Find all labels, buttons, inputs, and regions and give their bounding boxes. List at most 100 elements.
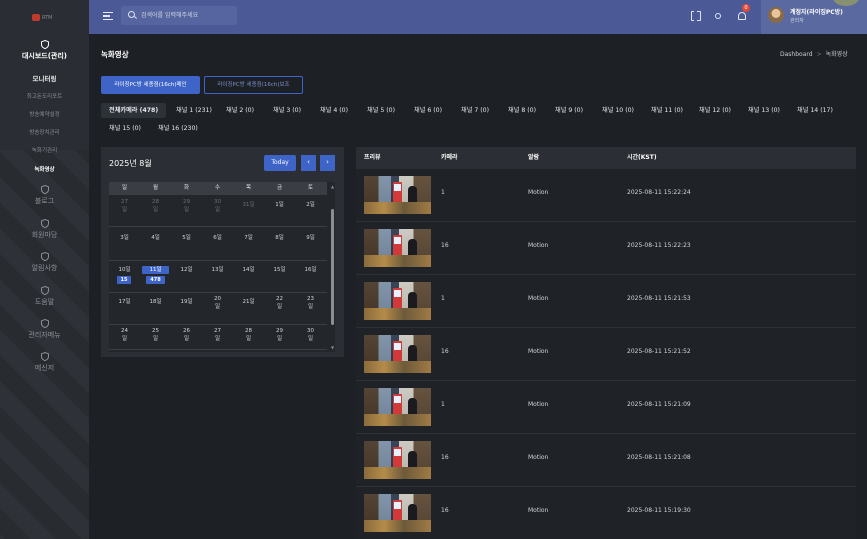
calendar-day[interactable]: 20 일 [202, 295, 233, 311]
table-row[interactable]: 1 Motion 2025-08-11 15:22:24 [356, 169, 856, 222]
calendar-day[interactable]: 2일 [295, 201, 326, 209]
search-input[interactable] [141, 9, 233, 22]
tab-channel-12[interactable]: 채널 12 (0) [691, 103, 739, 118]
scrollbar-thumb[interactable] [331, 209, 334, 325]
tab-channel-6[interactable]: 채널 6 (0) [406, 103, 450, 118]
calendar-day[interactable]: 17일 [109, 298, 140, 306]
calendar-day[interactable]: 10일 [109, 266, 140, 274]
tab-channel-10[interactable]: 채널 10 (0) [594, 103, 642, 118]
calendar-day[interactable]: 30 일 [295, 327, 326, 343]
tab-channel-13[interactable]: 채널 13 (0) [740, 103, 788, 118]
table-row[interactable]: 16 Motion 2025-08-11 15:22:23 [356, 222, 856, 275]
tab-channel-11[interactable]: 채널 11 (0) [643, 103, 691, 118]
calendar-day[interactable]: 11일 [142, 266, 169, 274]
calendar-day[interactable]: 12일 [171, 266, 202, 274]
tab-channel-5[interactable]: 채널 5 (0) [359, 103, 403, 118]
sidebar-group-messenger[interactable]: 메신저 [0, 352, 89, 373]
calendar-day[interactable]: 29 일 [264, 327, 295, 343]
calendar-day[interactable]: 7일 [233, 234, 264, 242]
tab-channel-1[interactable]: 채널 1 (231) [168, 103, 220, 118]
calendar-day[interactable]: 15일 [264, 266, 295, 274]
tab-channel-3[interactable]: 채널 3 (0) [265, 103, 309, 118]
table-row[interactable]: 16 Motion 2025-08-11 15:19:30 [356, 487, 856, 539]
sidebar-dashboard[interactable]: 대시보드(관리) [0, 40, 89, 61]
calendar-day[interactable]: 4일 [140, 234, 171, 242]
event-count-badge[interactable]: 478 [146, 276, 165, 284]
calendar-day[interactable]: 23 일 [295, 295, 326, 311]
calendar-day[interactable]: 18일 [140, 298, 171, 306]
tab-channel-7[interactable]: 채널 7 (0) [453, 103, 497, 118]
breadcrumb-home[interactable]: Dashboard [780, 51, 813, 58]
tab-channel-15[interactable]: 채널 15 (0) [101, 121, 149, 136]
table-row[interactable]: 1 Motion 2025-08-11 15:21:53 [356, 275, 856, 328]
video-preview-thumbnail[interactable] [364, 176, 431, 214]
prev-month-button[interactable]: ‹ [301, 155, 316, 171]
brand-logo[interactable]: RTM [32, 14, 58, 22]
video-preview-thumbnail[interactable] [364, 335, 431, 373]
calendar-day[interactable]: 14일 [233, 266, 264, 274]
calendar-day[interactable]: 29 일 [171, 198, 202, 214]
sidebar-item-broadcast-schedule[interactable]: 방송예약설정 [0, 110, 89, 118]
tab-channel-4[interactable]: 채널 4 (0) [312, 103, 356, 118]
calendar-day[interactable]: 28 일 [140, 198, 171, 214]
tab-all-cameras[interactable]: 전체카메라 (478) [101, 103, 167, 118]
calendar-day[interactable]: 25 일 [140, 327, 171, 343]
video-preview-thumbnail[interactable] [364, 441, 431, 479]
calendar-day[interactable]: 30 일 [202, 198, 233, 214]
calendar-day[interactable]: 5일 [171, 234, 202, 242]
calendar-day[interactable]: 3일 [109, 234, 140, 242]
calendar-day[interactable]: 21일 [233, 298, 264, 306]
search-box[interactable] [121, 6, 237, 25]
sidebar-item-broadcast-device[interactable]: 방송장치관리 [0, 128, 89, 136]
fullscreen-icon[interactable] [691, 10, 701, 21]
scroll-down-icon[interactable]: ▼ [330, 345, 335, 350]
table-row[interactable]: 16 Motion 2025-08-11 15:21:52 [356, 328, 856, 381]
calendar-day[interactable]: 9일 [295, 234, 326, 242]
notification-bell-icon[interactable] [737, 11, 747, 21]
table-row[interactable]: 1 Motion 2025-08-11 15:21:09 [356, 381, 856, 434]
calendar-day[interactable]: 27 일 [109, 198, 140, 214]
calendar-day[interactable]: 27 일 [202, 327, 233, 343]
video-preview-thumbnail[interactable] [364, 388, 431, 426]
calendar-day[interactable]: 24 일 [109, 327, 140, 343]
sidebar-group-notices[interactable]: 알림사항 [0, 252, 89, 273]
tab-channel-14[interactable]: 채널 14 (17) [789, 103, 841, 118]
main-recorder-button[interactable]: 라이징PC방 세종점(16ch)메인 [101, 76, 200, 94]
calendar-day[interactable]: 6일 [202, 234, 233, 242]
sidebar-monitoring[interactable]: 모니터링 [0, 73, 89, 83]
calendar-day[interactable]: 8일 [264, 234, 295, 242]
calendar-day[interactable]: 16일 [295, 266, 326, 274]
scroll-up-icon[interactable]: ▲ [330, 184, 335, 189]
video-preview-thumbnail[interactable] [364, 229, 431, 267]
theme-toggle-icon[interactable] [713, 11, 723, 21]
sidebar-group-members[interactable]: 회원마당 [0, 219, 89, 240]
sidebar-item-report[interactable]: 최고돈도리포트 [0, 92, 89, 100]
menu-toggle-icon[interactable] [103, 12, 113, 20]
tab-channel-2[interactable]: 채널 2 (0) [218, 103, 262, 118]
calendar-day[interactable]: 1일 [264, 201, 295, 209]
calendar-day[interactable]: 31일 [233, 201, 264, 209]
calendar-day[interactable]: 22 일 [264, 295, 295, 311]
sidebar-group-admin[interactable]: 관리자메뉴 [0, 319, 89, 340]
video-preview-thumbnail[interactable] [364, 494, 431, 532]
sidebar-item-recordings[interactable]: 녹화영상 [0, 165, 89, 173]
calendar-scrollbar[interactable]: ▲ ▼ [330, 182, 335, 352]
today-button[interactable]: Today [264, 155, 296, 171]
user-menu[interactable]: 계정자(라이징PC방) 관리자 [761, 0, 867, 34]
calendar-day[interactable]: 26 일 [171, 327, 202, 343]
next-month-button[interactable]: › [320, 155, 335, 171]
calendar-day[interactable]: 13일 [202, 266, 233, 274]
calendar-day[interactable]: 28 일 [233, 327, 264, 343]
sub-recorder-button[interactable]: 라이징PC방 세종점(16ch)보조 [204, 76, 303, 94]
tab-channel-16[interactable]: 채널 16 (230) [150, 121, 206, 136]
calendar-day[interactable]: 19일 [171, 298, 202, 306]
sidebar-group-blog[interactable]: 블로그 [0, 185, 89, 206]
page-title: 녹화영상 [101, 50, 129, 59]
tab-channel-8[interactable]: 채널 8 (0) [500, 103, 544, 118]
table-row[interactable]: 16 Motion 2025-08-11 15:21:08 [356, 434, 856, 487]
event-count-badge[interactable]: 15 [117, 276, 131, 284]
sidebar-item-recorder[interactable]: 녹화기관리 [0, 146, 89, 154]
tab-channel-9[interactable]: 채널 9 (0) [547, 103, 591, 118]
video-preview-thumbnail[interactable] [364, 282, 431, 320]
sidebar-group-help[interactable]: 도움말 [0, 286, 89, 307]
